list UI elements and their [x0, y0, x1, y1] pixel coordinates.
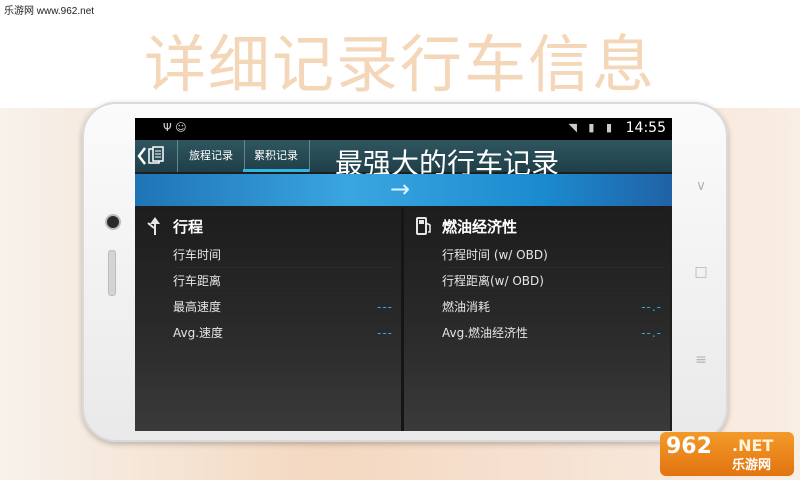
tab-trip-records[interactable]: 旅程记录 — [177, 140, 245, 172]
list-item: 行程距离(w/ OBD) — [442, 269, 664, 294]
row-value: --- — [377, 300, 393, 314]
fuel-pump-icon — [414, 216, 434, 236]
status-bar: Ψ ☺ ◥ ▮ ▮ 14:55 — [135, 118, 672, 140]
row-value: --.- — [641, 326, 662, 340]
nav-key-home[interactable]: □ — [690, 264, 712, 280]
row-label: 最高速度 — [173, 300, 222, 314]
list-item: 最高速度 --- — [173, 295, 395, 320]
row-label: Avg.速度 — [173, 326, 224, 340]
speaker-grille — [108, 250, 116, 296]
list-item: Avg.速度 --- — [173, 321, 395, 346]
tab-cumulative-records[interactable]: 累积记录 — [243, 140, 310, 172]
row-label: 行程时间 (w/ OBD) — [442, 248, 548, 262]
list-item: 燃油消耗 --.- — [442, 295, 664, 320]
status-time: 14:55 — [625, 120, 666, 136]
route-icon — [145, 216, 165, 236]
row-value: --- — [377, 326, 393, 340]
status-right-icons: ◥ ▮ ▮ — [568, 121, 616, 134]
nav-key-back[interactable]: ∨ — [690, 178, 712, 194]
row-label: 行程距离(w/ OBD) — [442, 274, 544, 288]
back-icon[interactable] — [137, 144, 171, 173]
arrow-right-icon[interactable]: → — [390, 175, 410, 203]
headline: 详细记录行车信息 — [143, 28, 656, 101]
list-item: 行程时间 (w/ OBD) — [442, 243, 664, 268]
panel-fuel-economy: 燃油经济性 行程时间 (w/ OBD) 行程距离(w/ OBD) 燃油消耗 --… — [404, 208, 670, 431]
nav-key-menu[interactable]: ≡ — [690, 352, 712, 368]
site-logo: 962 .NET 乐游网 — [660, 432, 794, 476]
row-label: 燃油消耗 — [442, 300, 491, 314]
camera-icon — [105, 214, 121, 230]
panel-title: 行程 — [173, 218, 204, 236]
logo-number: 962 — [666, 434, 712, 459]
status-left-icons: Ψ ☺ — [163, 121, 187, 134]
phone-screen: Ψ ☺ ◥ ▮ ▮ 14:55 旅程记录 累积记录 最强大的行车记录 → 行程 … — [135, 118, 672, 431]
logo-net: .NET — [732, 436, 774, 455]
row-value: --.- — [641, 300, 662, 314]
row-label: Avg.燃油经济性 — [442, 326, 529, 340]
panel-trip: 行程 行车时间 行车距离 最高速度 --- Avg.速度 --- — [135, 208, 401, 431]
list-item: 行车距离 — [173, 269, 395, 294]
blue-bar[interactable]: → — [135, 174, 672, 206]
list-item: Avg.燃油经济性 --.- — [442, 321, 664, 346]
logo-chinese: 乐游网 — [732, 458, 772, 473]
list-item: 行车时间 — [173, 243, 395, 268]
row-label: 行车时间 — [173, 248, 222, 262]
row-label: 行车距离 — [173, 274, 222, 288]
panel-title: 燃油经济性 — [442, 218, 518, 236]
